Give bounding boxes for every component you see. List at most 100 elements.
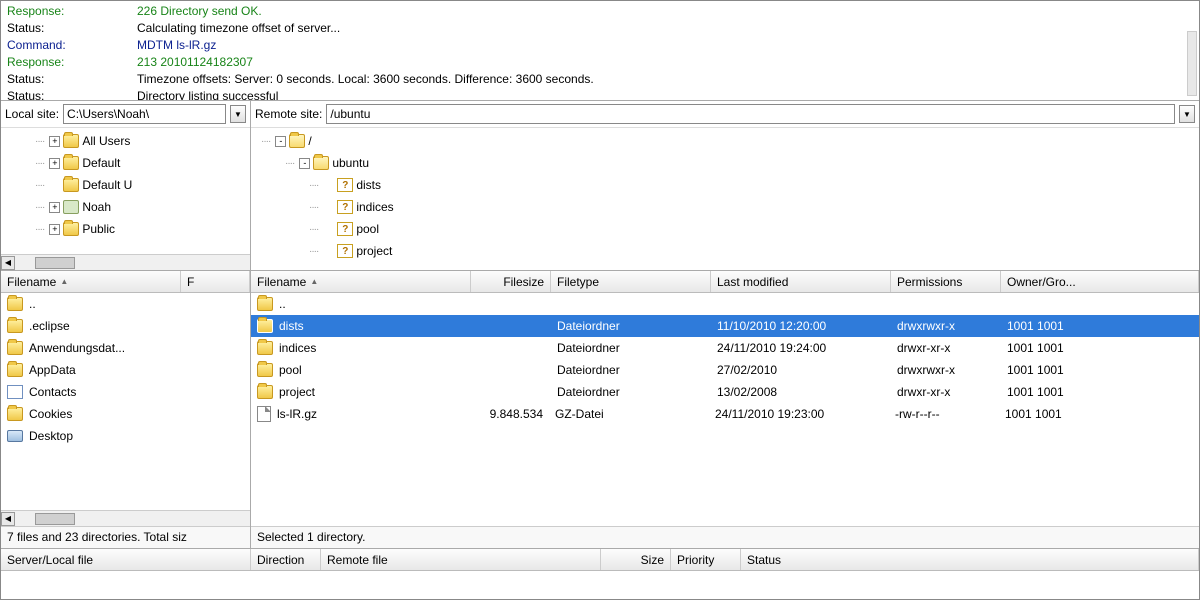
filetype-cell: Dateiordner (551, 341, 711, 355)
local-site-dropdown[interactable]: ▼ (230, 105, 246, 123)
tree-node[interactable]: ····?pool (253, 218, 1197, 240)
unknown-folder-icon: ? (337, 200, 353, 214)
expand-toggle[interactable]: + (49, 224, 60, 235)
folder-open-icon (313, 156, 329, 170)
folder-icon (257, 341, 273, 355)
q-col-server[interactable]: Server/Local file (1, 549, 251, 570)
local-tree-hscroll[interactable]: ◀ (1, 254, 250, 270)
log-label: Status: (7, 88, 137, 101)
tree-label: indices (356, 200, 393, 214)
permissions-cell: drwxr-xr-x (891, 341, 1001, 355)
remote-status: Selected 1 directory. (251, 526, 1199, 548)
expand-toggle[interactable]: - (275, 136, 286, 147)
tree-label: / (308, 134, 311, 148)
modified-cell: 13/02/2008 (711, 385, 891, 399)
filesize-cell: 9.848.534 (469, 407, 549, 421)
remote-site-input[interactable] (326, 104, 1175, 124)
filename-cell: .eclipse (23, 319, 250, 333)
folder-icon (7, 297, 23, 311)
local-tree[interactable]: ····+All Users····+Default····Default U·… (1, 128, 250, 254)
filename-cell: ls-lR.gz (271, 407, 469, 421)
filename-cell: Anwendungsdat... (23, 341, 250, 355)
local-site-input[interactable] (63, 104, 226, 124)
list-item[interactable]: projectDateiordner13/02/2008drwxr-xr-x10… (251, 381, 1199, 403)
log-value: 213 20101124182307 (137, 54, 1193, 71)
tree-label: All Users (82, 134, 130, 148)
list-item[interactable]: .. (251, 293, 1199, 315)
folder-icon (7, 341, 23, 355)
tree-node[interactable]: ····?indices (253, 196, 1197, 218)
filetype-cell: Dateiordner (551, 363, 711, 377)
log-value: MDTM ls-lR.gz (137, 37, 1193, 54)
list-item[interactable]: ls-lR.gz9.848.534GZ-Datei24/11/2010 19:2… (251, 403, 1199, 425)
contacts-icon (7, 385, 23, 399)
col-modified[interactable]: Last modified (711, 271, 891, 292)
tree-label: Noah (82, 200, 111, 214)
filetype-cell: Dateiordner (551, 385, 711, 399)
file-icon (257, 406, 271, 422)
remote-tree[interactable]: ····-/····-ubuntu····?dists····?indices·… (251, 128, 1199, 270)
list-item[interactable]: Cookies (1, 403, 250, 425)
list-item[interactable]: Anwendungsdat... (1, 337, 250, 359)
filename-cell: .. (23, 297, 250, 311)
log-scrollbar[interactable] (1187, 31, 1197, 96)
tree-label: ubuntu (332, 156, 369, 170)
tree-label: pool (356, 222, 379, 236)
list-item[interactable]: poolDateiordner27/02/2010drwxrwxr-x1001 … (251, 359, 1199, 381)
list-item[interactable]: .. (1, 293, 250, 315)
expand-toggle[interactable]: + (49, 158, 60, 169)
q-col-size[interactable]: Size (601, 549, 671, 570)
list-item[interactable]: .eclipse (1, 315, 250, 337)
col-filename[interactable]: Filename▲ (251, 271, 471, 292)
q-col-status[interactable]: Status (741, 549, 1199, 570)
log-label: Status: (7, 20, 137, 37)
log-value: Directory listing successful (137, 88, 1193, 101)
filename-cell: project (273, 385, 471, 399)
tree-node[interactable]: ····+Noah (3, 196, 248, 218)
tree-node[interactable]: ····+Default (3, 152, 248, 174)
log-label: Status: (7, 71, 137, 88)
modified-cell: 24/11/2010 19:24:00 (711, 341, 891, 355)
modified-cell: 11/10/2010 12:20:00 (711, 319, 891, 333)
expand-toggle[interactable]: + (49, 136, 60, 147)
col-owner[interactable]: Owner/Gro... (1001, 271, 1199, 292)
tree-node[interactable]: ····-/ (253, 130, 1197, 152)
tree-node[interactable]: ····?project (253, 240, 1197, 262)
unknown-folder-icon: ? (337, 178, 353, 192)
tree-node[interactable]: ····?dists (253, 174, 1197, 196)
list-item[interactable]: indicesDateiordner24/11/2010 19:24:00drw… (251, 337, 1199, 359)
list-item[interactable]: AppData (1, 359, 250, 381)
col-f[interactable]: F (181, 271, 250, 292)
expand-toggle[interactable]: + (49, 202, 60, 213)
expand-toggle[interactable]: - (299, 158, 310, 169)
filename-cell: Cookies (23, 407, 250, 421)
tree-label: project (356, 244, 392, 258)
tree-node[interactable]: ····+All Users (3, 130, 248, 152)
local-files-hscroll[interactable]: ◀ (1, 510, 250, 526)
list-item[interactable]: Contacts (1, 381, 250, 403)
local-site-label: Local site: (5, 107, 59, 121)
owner-cell: 1001 1001 (999, 407, 1199, 421)
remote-tree-pane: Remote site: ▼ ····-/····-ubuntu····?dis… (251, 101, 1199, 270)
q-col-priority[interactable]: Priority (671, 549, 741, 570)
col-filename[interactable]: Filename▲ (1, 271, 181, 292)
list-item[interactable]: distsDateiordner11/10/2010 12:20:00drwxr… (251, 315, 1199, 337)
q-col-direction[interactable]: Direction (251, 549, 321, 570)
col-permissions[interactable]: Permissions (891, 271, 1001, 292)
permissions-cell: -rw-r--r-- (889, 407, 999, 421)
list-item[interactable]: Desktop (1, 425, 250, 447)
tree-node[interactable]: ····Default U (3, 174, 248, 196)
q-col-remote[interactable]: Remote file (321, 549, 601, 570)
remote-site-dropdown[interactable]: ▼ (1179, 105, 1195, 123)
filename-cell: Contacts (23, 385, 250, 399)
tree-node[interactable]: ····-ubuntu (253, 152, 1197, 174)
col-filesize[interactable]: Filesize (471, 271, 551, 292)
tree-node[interactable]: ····+Public (3, 218, 248, 240)
permissions-cell: drwxrwxr-x (891, 363, 1001, 377)
transfer-queue: Server/Local file Direction Remote file … (1, 549, 1199, 599)
col-filetype[interactable]: Filetype (551, 271, 711, 292)
remote-file-list: Filename▲ Filesize Filetype Last modifie… (251, 271, 1199, 548)
local-status: 7 files and 23 directories. Total siz (1, 526, 250, 548)
folder-icon (7, 319, 23, 333)
log-value: 226 Directory send OK. (137, 3, 1193, 20)
